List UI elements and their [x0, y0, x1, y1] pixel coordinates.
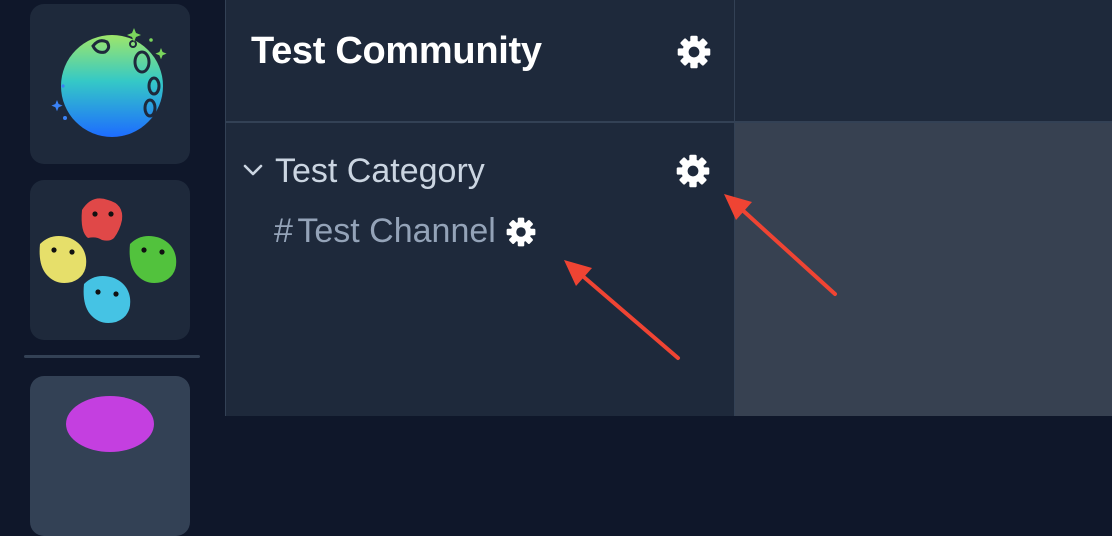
colorful-blobs-icon: [39, 198, 177, 323]
channel-settings-gear-icon[interactable]: [506, 217, 536, 247]
planet-logo-icon: [51, 28, 167, 137]
purple-blob-icon: [66, 396, 154, 452]
category-settings-gear-icon[interactable]: [676, 154, 710, 188]
channel-row[interactable]: # Test Channel: [274, 212, 536, 262]
server-planet[interactable]: [30, 4, 190, 164]
community-title: Test Community: [251, 30, 542, 72]
channel-panel: Test Community Test Category # Test Chan…: [225, 0, 735, 416]
server-purple[interactable]: [30, 376, 190, 536]
category-row[interactable]: Test Category: [226, 140, 734, 200]
category-label: Test Category: [275, 152, 485, 190]
community-settings-gear-icon[interactable]: [677, 35, 711, 69]
content-header: [735, 0, 1112, 123]
server-rail: [0, 0, 225, 536]
chevron-down-icon[interactable]: [242, 162, 264, 178]
content-area: [735, 123, 1112, 416]
channel-hash-icon: #: [274, 212, 293, 250]
channel-label: Test Channel: [297, 212, 496, 250]
rail-divider: [24, 355, 200, 358]
community-header: Test Community: [226, 0, 734, 123]
server-blobs[interactable]: [30, 180, 190, 340]
